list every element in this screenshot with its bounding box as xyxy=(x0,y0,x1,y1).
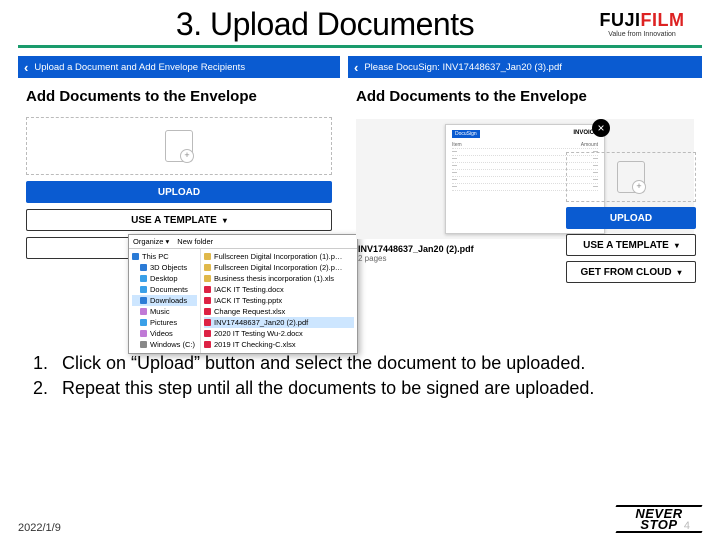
file-item-label: Business thesis incorporation (1).xls xyxy=(214,274,334,283)
file-item[interactable]: Fullscreen Digital Incorporation (1).p… xyxy=(204,251,354,262)
fujifilm-logo: FUJIFILM Value from Innovation xyxy=(582,11,702,38)
screenshot-document-added: ‹ Please DocuSign: INV17448637_Jan20 (3)… xyxy=(348,56,702,336)
file-item[interactable]: IACK IT Testing.docx xyxy=(204,284,354,295)
sidebar-node[interactable]: Pictures xyxy=(132,317,197,328)
folder-icon xyxy=(140,275,147,282)
file-icon xyxy=(204,275,211,282)
get-from-cloud-button[interactable]: GET FROM CLOUD▾ xyxy=(566,261,696,283)
file-item[interactable]: Change Request.xlsx xyxy=(204,306,354,317)
sidebar-node-label: Documents xyxy=(150,285,188,294)
appbar-title: Please DocuSign: INV17448637_Jan20 (3).p… xyxy=(364,62,562,73)
chevron-down-icon: ▾ xyxy=(678,268,682,277)
file-item-label: 2019 IT Checking-C.xlsx xyxy=(214,340,296,349)
add-document-icon xyxy=(165,130,193,162)
slide-date: 2022/1/9 xyxy=(18,522,61,534)
file-item[interactable]: 2019 IT Checking-C.xlsx xyxy=(204,339,354,350)
sidebar-node-label: Windows (C:) xyxy=(150,340,195,349)
file-icon xyxy=(204,286,211,293)
instruction-steps: 1. Click on “Upload” button and select t… xyxy=(18,352,702,401)
appbar: ‹ Upload a Document and Add Envelope Rec… xyxy=(18,56,340,78)
file-item-label: Change Request.xlsx xyxy=(214,307,285,316)
folder-icon xyxy=(140,341,147,348)
use-template-button[interactable]: USE A TEMPLATE▾ xyxy=(26,209,332,231)
file-item-label: INV17448637_Jan20 (2).pdf xyxy=(214,318,308,327)
step-text: Click on “Upload” button and select the … xyxy=(62,352,585,375)
add-document-icon xyxy=(617,161,645,193)
file-icon xyxy=(204,253,211,260)
document-dropzone[interactable] xyxy=(566,152,696,202)
appbar-title: Upload a Document and Add Envelope Recip… xyxy=(34,62,245,73)
sidebar-node[interactable]: Documents xyxy=(132,284,197,295)
file-chooser-sidebar: This PC 3D Objects Desktop Documents Downloa… xyxy=(129,249,201,353)
folder-icon xyxy=(140,297,147,304)
remove-document-button[interactable]: × xyxy=(592,119,610,137)
file-item-label: 2020 IT Testing Wu-2.docx xyxy=(214,329,303,338)
file-icon xyxy=(204,308,211,315)
sidebar-node-label: Downloads xyxy=(150,296,187,305)
sidebar-node-label: 3D Objects xyxy=(150,263,187,272)
slide-page-number: 4 xyxy=(684,520,690,532)
use-template-button[interactable]: USE A TEMPLATE▾ xyxy=(566,234,696,256)
organize-menu[interactable]: Organize ▾ xyxy=(133,237,169,246)
file-icon xyxy=(204,264,211,271)
slide-header: 3. Upload Documents FUJIFILM Value from … xyxy=(18,6,702,48)
file-icon xyxy=(204,330,211,337)
sidebar-node[interactable]: Videos xyxy=(132,328,197,339)
screenshot-upload-start: ‹ Upload a Document and Add Envelope Rec… xyxy=(18,56,340,336)
sidebar-node-label: Desktop xyxy=(150,274,178,283)
sidebar-node[interactable]: Desktop xyxy=(132,273,197,284)
folder-icon xyxy=(132,253,139,260)
file-item-label: IACK IT Testing.docx xyxy=(214,285,284,294)
folder-icon xyxy=(140,330,147,337)
folder-icon xyxy=(140,286,147,293)
slide-title: 3. Upload Documents xyxy=(18,6,582,43)
sidebar-node[interactable]: 3D Objects xyxy=(132,262,197,273)
upload-button[interactable]: UPLOAD xyxy=(26,181,332,203)
file-item[interactable]: INV17448637_Jan20 (2).pdf xyxy=(204,317,354,328)
file-icon xyxy=(204,319,211,326)
panel-heading: Add Documents to the Envelope xyxy=(18,78,340,113)
upload-button[interactable]: UPLOAD xyxy=(566,207,696,229)
sidebar-node-label: Videos xyxy=(150,329,173,338)
folder-icon xyxy=(140,264,147,271)
file-item[interactable]: Business thesis incorporation (1).xls xyxy=(204,273,354,284)
back-icon[interactable]: ‹ xyxy=(24,60,28,75)
file-item[interactable]: IACK IT Testing.pptx xyxy=(204,295,354,306)
file-chooser-dialog: Organize ▾ New folder This PC 3D Objects D… xyxy=(128,234,358,354)
file-chooser-file-list: Fullscreen Digital Incorporation (1).p… F… xyxy=(201,249,357,353)
sidebar-node-label: This PC xyxy=(142,252,169,261)
document-dropzone[interactable] xyxy=(26,117,332,175)
document-filename: INV17448637_Jan20 (2).pdf xyxy=(358,244,474,254)
chevron-down-icon: ▾ xyxy=(675,241,679,250)
back-icon[interactable]: ‹ xyxy=(354,60,358,75)
file-item-label: Fullscreen Digital Incorporation (2).p… xyxy=(214,263,342,272)
docusign-tag: DocuSign xyxy=(452,130,480,138)
sidebar-node-label: Music xyxy=(150,307,170,316)
file-item-label: Fullscreen Digital Incorporation (1).p… xyxy=(214,252,342,261)
new-folder-button[interactable]: New folder xyxy=(177,237,213,246)
file-item-label: IACK IT Testing.pptx xyxy=(214,296,282,305)
file-item[interactable]: 2020 IT Testing Wu-2.docx xyxy=(204,328,354,339)
chevron-down-icon: ▾ xyxy=(223,216,227,225)
step-number: 2. xyxy=(28,377,48,400)
folder-icon xyxy=(140,308,147,315)
sidebar-node[interactable]: Downloads xyxy=(132,295,197,306)
file-item[interactable]: Fullscreen Digital Incorporation (2).p… xyxy=(204,262,354,273)
file-icon xyxy=(204,297,211,304)
sidebar-node[interactable]: Music xyxy=(132,306,197,317)
folder-icon xyxy=(140,319,147,326)
file-icon xyxy=(204,341,211,348)
sidebar-node-label: Pictures xyxy=(150,318,177,327)
sidebar-node[interactable]: Windows (C:) xyxy=(132,339,197,350)
step-number: 1. xyxy=(28,352,48,375)
sidebar-node[interactable]: This PC xyxy=(132,251,197,262)
step-text: Repeat this step until all the documents… xyxy=(62,377,594,400)
appbar: ‹ Please DocuSign: INV17448637_Jan20 (3)… xyxy=(348,56,702,78)
panel-heading: Add Documents to the Envelope xyxy=(348,78,702,113)
